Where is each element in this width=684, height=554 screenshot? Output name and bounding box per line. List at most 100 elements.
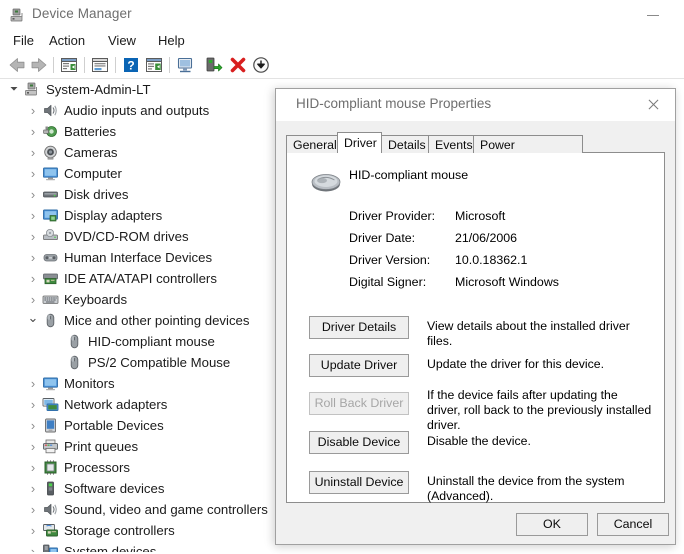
tree-item-dvd-cd-rom-drives[interactable]: › DVD/CD-ROM drives [0, 226, 276, 247]
chevron-right-icon[interactable]: › [26, 184, 40, 205]
monitor-icon [42, 375, 59, 396]
tree-item-label: Sound, video and game controllers [64, 502, 268, 517]
tab-details[interactable]: Details [381, 135, 429, 153]
driver-tab-pane: HID-compliant mouse Driver Provider: Mic… [286, 153, 665, 503]
roll-back-driver-button[interactable]: Roll Back Driver [309, 392, 409, 415]
tree-item-human-interface-devices[interactable]: › Human Interface Devices [0, 247, 276, 268]
menu-file[interactable]: File [8, 31, 39, 51]
tree-item-storage-controllers[interactable]: › Storage controllers [0, 520, 276, 541]
chevron-right-icon[interactable]: › [26, 478, 40, 499]
tree-item-display-adapters[interactable]: › Display adapters [0, 205, 276, 226]
tree-item-computer[interactable]: › Computer [0, 163, 276, 184]
tree-item-label: Network adapters [64, 397, 168, 412]
tab-driver[interactable]: Driver [337, 132, 382, 153]
tree-item-portable-devices[interactable]: › Portable Devices [0, 415, 276, 436]
tree-item-mice-and-other-pointing-devices[interactable]: ⌄ Mice and other pointing devices [0, 310, 276, 331]
dialog-title: HID-compliant mouse Properties [296, 96, 492, 111]
tree-item-ps-2-compatible-mouse[interactable]: PS/2 Compatible Mouse [0, 352, 276, 373]
ok-button[interactable]: OK [516, 513, 588, 536]
tree-item-label: PS/2 Compatible Mouse [88, 355, 231, 370]
tree-item-label: Storage controllers [64, 523, 175, 538]
chevron-right-icon[interactable]: › [26, 373, 40, 394]
minimize-button[interactable] [631, 0, 676, 30]
portable-device-icon [42, 417, 59, 438]
mouse-icon [42, 312, 59, 333]
disable-device-button[interactable]: Disable Device [309, 431, 409, 454]
tree-item-processors[interactable]: › Processors [0, 457, 276, 478]
tree-item-system-devices[interactable]: › System devices [0, 541, 276, 552]
chevron-right-icon[interactable]: › [26, 100, 40, 121]
toolbar-scan-list[interactable] [143, 54, 165, 76]
tree-item-label: Batteries [64, 124, 117, 139]
tab-events[interactable]: Events [428, 135, 474, 153]
chevron-down-icon[interactable]: ⏷ [7, 79, 21, 100]
menu-action[interactable]: Action [44, 31, 90, 51]
tree-item-network-adapters[interactable]: › Network adapters [0, 394, 276, 415]
driver-details-button[interactable]: Driver Details [309, 316, 409, 339]
toolbar-update-driver[interactable] [174, 54, 196, 76]
tree-item-label: Cameras [64, 145, 118, 160]
tree-item-cameras[interactable]: › Cameras [0, 142, 276, 163]
toolbar-forward[interactable] [28, 54, 50, 76]
chevron-down-icon[interactable]: ⌄ [26, 310, 40, 331]
chevron-right-icon[interactable]: › [26, 394, 40, 415]
chevron-right-icon[interactable]: › [26, 121, 40, 142]
tree-item-ide-ata-atapi-controllers[interactable]: › IDE ATA/ATAPI controllers [0, 268, 276, 289]
properties-dialog: HID-compliant mouse Properties General D… [275, 88, 676, 545]
chevron-right-icon[interactable]: › [26, 289, 40, 310]
chevron-right-icon[interactable]: › [26, 205, 40, 226]
tree-root-row[interactable]: ⏷ System-Admin-LT [0, 79, 276, 100]
close-icon[interactable] [631, 89, 675, 121]
tree-item-batteries[interactable]: › Batteries [0, 121, 276, 142]
toolbar-separator [53, 57, 54, 73]
toolbar-uninstall-device[interactable] [227, 54, 249, 76]
tree-item-hid-compliant-mouse[interactable]: HID-compliant mouse [0, 331, 276, 352]
device-tree[interactable]: ⏷ System-Admin-LT › Audio inputs and outp… [0, 79, 276, 552]
tree-item-audio-inputs-and-outputs[interactable]: › Audio inputs and outputs [0, 100, 276, 121]
chevron-right-icon[interactable]: › [26, 142, 40, 163]
chevron-right-icon[interactable]: › [26, 520, 40, 541]
update-driver-button[interactable]: Update Driver [309, 354, 409, 377]
toolbar: ? [0, 52, 684, 79]
tree-item-disk-drives[interactable]: › Disk drives [0, 184, 276, 205]
chevron-right-icon[interactable]: › [26, 415, 40, 436]
tree-item-label: System devices [64, 544, 157, 552]
title-bar: Device Manager [0, 0, 684, 30]
tree-item-label: Display adapters [64, 208, 163, 223]
toolbar-back[interactable] [6, 54, 28, 76]
chevron-right-icon[interactable]: › [26, 499, 40, 520]
driver-provider-value: Microsoft [455, 209, 506, 223]
menu-view[interactable]: View [103, 31, 141, 51]
chevron-right-icon[interactable]: › [26, 268, 40, 289]
driver-date-value: 21/06/2006 [455, 231, 518, 245]
toolbar-disable-device[interactable] [202, 54, 224, 76]
disable-device-description: Disable the device. [427, 434, 531, 448]
tree-item-print-queues[interactable]: › Print queues [0, 436, 276, 457]
chevron-right-icon[interactable]: › [26, 247, 40, 268]
cancel-button[interactable]: Cancel [597, 513, 669, 536]
menu-help[interactable]: Help [153, 31, 190, 51]
toolbar-console-tree[interactable] [58, 54, 80, 76]
chevron-right-icon[interactable]: › [26, 541, 40, 552]
digital-signer-value: Microsoft Windows [455, 275, 559, 289]
toolbar-scan-hardware[interactable] [250, 54, 272, 76]
uninstall-device-description: Uninstall the device from the system (Ad… [427, 474, 625, 503]
chevron-right-icon[interactable]: › [26, 163, 40, 184]
tree-item-sound-video-and-game-controllers[interactable]: › Sound, video and game controllers [0, 499, 276, 520]
chevron-right-icon[interactable]: › [26, 436, 40, 457]
tree-item-monitors[interactable]: › Monitors [0, 373, 276, 394]
tab-power-management[interactable]: Power Management [473, 135, 583, 170]
tree-item-keyboards[interactable]: › Keyboards [0, 289, 276, 310]
software-device-icon [42, 480, 59, 501]
toolbar-properties[interactable] [89, 54, 111, 76]
disk-drive-icon [42, 186, 59, 207]
uninstall-device-button[interactable]: Uninstall Device [309, 471, 409, 494]
tab-general[interactable]: General [286, 135, 338, 153]
toolbar-help[interactable]: ? [120, 54, 142, 76]
tree-item-software-devices[interactable]: › Software devices [0, 478, 276, 499]
chevron-right-icon[interactable]: › [26, 226, 40, 247]
mouse-device-icon [309, 169, 343, 195]
network-adapter-icon [42, 396, 59, 417]
chevron-right-icon[interactable]: › [26, 457, 40, 478]
tree-item-label: Computer [64, 166, 122, 181]
